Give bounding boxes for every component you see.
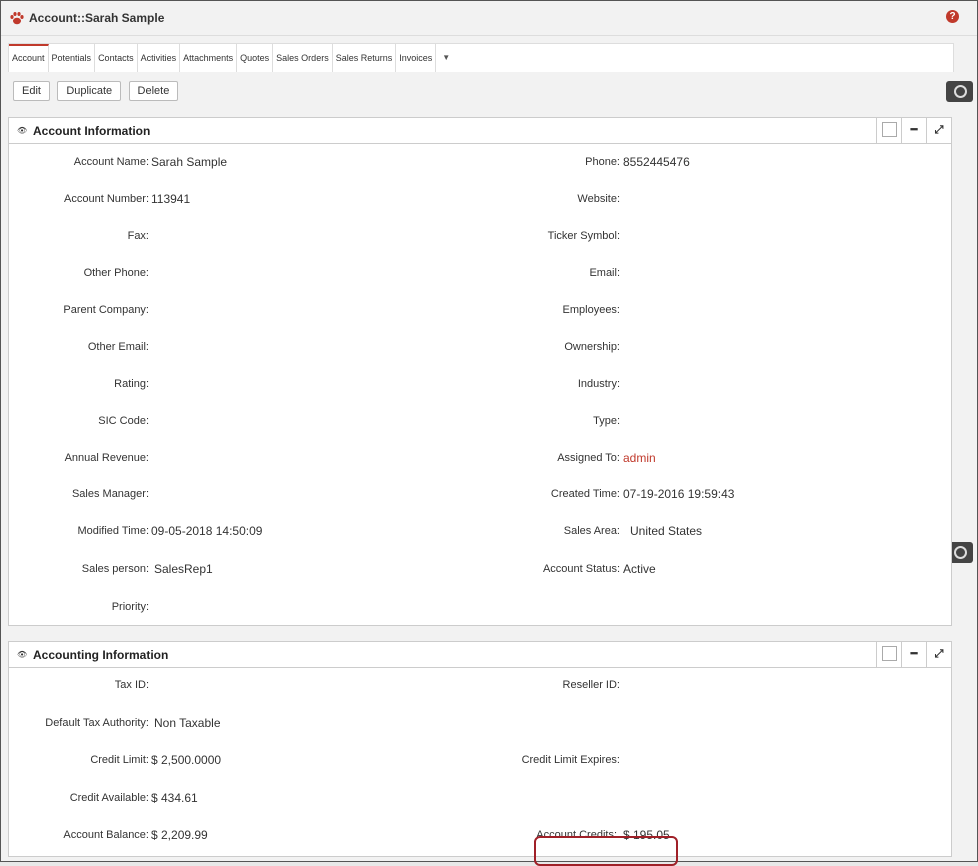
field-label: Fax: [127, 230, 149, 242]
field-value: 8552445476 [623, 155, 690, 169]
field-value: SalesRep1 [154, 562, 213, 576]
delete-button[interactable]: Delete [128, 81, 179, 101]
field-label: Sales Manager: [71, 488, 149, 500]
field-label: Credit Limit Expires: [521, 754, 620, 766]
panel-title: Account Information [33, 124, 151, 138]
field-label: Account Status: [542, 563, 620, 575]
edit-button[interactable]: Edit [13, 81, 50, 101]
field-value: Non Taxable [154, 716, 221, 730]
accounting-information-panel: 👁 Accounting Information ━ ⤢ Tax ID: Def… [8, 641, 952, 866]
tab-attachments[interactable]: Attachments [180, 44, 238, 72]
field-value: 113941 [151, 192, 191, 206]
field-label: Assigned To: [557, 452, 620, 464]
field-value: $ 2,500.0000 [151, 753, 222, 767]
field-label: Credit Limit: [90, 754, 149, 766]
field-label: Ownership: [564, 341, 620, 353]
account-information-panel: 👁 Account Information ━ ⤢ Account Name: … [8, 117, 952, 626]
field-label: Other Phone: [83, 267, 149, 279]
tab-bar: Account Potentials Contacts Activities Attac… [8, 43, 954, 72]
field-value: $ 2,209.99 [151, 828, 208, 842]
field-label: Created Time: [550, 488, 620, 500]
clock-icon [954, 85, 967, 98]
field-value: United States [630, 524, 703, 538]
field-label: Account Number: [64, 193, 149, 205]
duplicate-button[interactable]: Duplicate [57, 81, 122, 101]
field-label: Credit Available: [69, 792, 149, 804]
field-label: Default Tax Authority: [45, 717, 149, 729]
field-value: Active [623, 562, 656, 576]
select-checkbox[interactable] [876, 642, 901, 667]
eye-icon[interactable]: 👁 [17, 650, 27, 659]
field-label: Sales Area: [563, 525, 620, 537]
help-icon[interactable]: ? [946, 10, 959, 23]
field-label: Type: [593, 415, 620, 427]
tab-contacts[interactable]: Contacts [95, 44, 138, 72]
field-value: 07-19-2016 19:59:43 [623, 487, 735, 501]
tab-invoices[interactable]: Invoices [396, 44, 437, 72]
field-label: Tax ID: [114, 679, 149, 691]
field-label: Modified Time: [77, 525, 149, 537]
more-tabs-caret-icon[interactable]: ▼ [436, 44, 456, 72]
field-value: Sarah Sample [151, 155, 228, 169]
field-label: Website: [577, 193, 620, 205]
field-label: Employees: [562, 304, 620, 316]
field-label: Account Name: [73, 156, 149, 168]
field-label: Priority: [111, 601, 149, 613]
clock-icon [954, 546, 967, 559]
tab-sales-orders[interactable]: Sales Orders [273, 44, 333, 72]
field-label: SIC Code: [98, 415, 149, 427]
eye-icon[interactable]: 👁 [17, 126, 27, 135]
field-label: Other Email: [87, 341, 149, 353]
paw-icon [10, 12, 24, 25]
field-value: $ 434.61 [151, 791, 198, 805]
history-button[interactable] [946, 81, 973, 102]
toolbar: Edit Duplicate Delete [13, 81, 182, 101]
panel-title: Accounting Information [33, 648, 169, 662]
panel-header: 👁 Accounting Information ━ ⤢ [9, 642, 951, 668]
minimize-icon[interactable]: ━ [901, 642, 926, 667]
title-bar: Account::Sarah Sample ? [1, 1, 977, 36]
field-label: Phone: [585, 156, 620, 168]
page-title: Account::Sarah Sample [29, 11, 165, 25]
field-label: Rating: [114, 378, 149, 390]
tab-quotes[interactable]: Quotes [237, 44, 274, 72]
expand-icon[interactable]: ⤢ [926, 642, 951, 667]
minimize-icon[interactable]: ━ [901, 118, 926, 143]
tab-sales-returns[interactable]: Sales Returns [333, 44, 397, 72]
panel-header: 👁 Account Information ━ ⤢ [9, 118, 951, 144]
tab-activities[interactable]: Activities [138, 44, 181, 72]
expand-icon[interactable]: ⤢ [926, 118, 951, 143]
field-label: Account Balance: [63, 829, 149, 841]
field-label: Parent Company: [63, 304, 149, 316]
tab-potentials[interactable]: Potentials [49, 44, 96, 72]
select-checkbox[interactable] [876, 118, 901, 143]
field-label: Email: [589, 267, 620, 279]
field-value: 09-05-2018 14:50:09 [151, 524, 263, 538]
app-frame: Account::Sarah Sample ? Account Potential… [0, 0, 978, 866]
field-label: Industry: [577, 378, 620, 390]
field-label: Ticker Symbol: [547, 230, 620, 242]
field-label: Reseller ID: [562, 679, 620, 691]
assigned-to-link[interactable]: admin [623, 451, 656, 465]
field-label: Annual Revenue: [64, 452, 149, 464]
tab-account[interactable]: Account [9, 44, 49, 72]
field-label: Sales person: [81, 563, 149, 575]
